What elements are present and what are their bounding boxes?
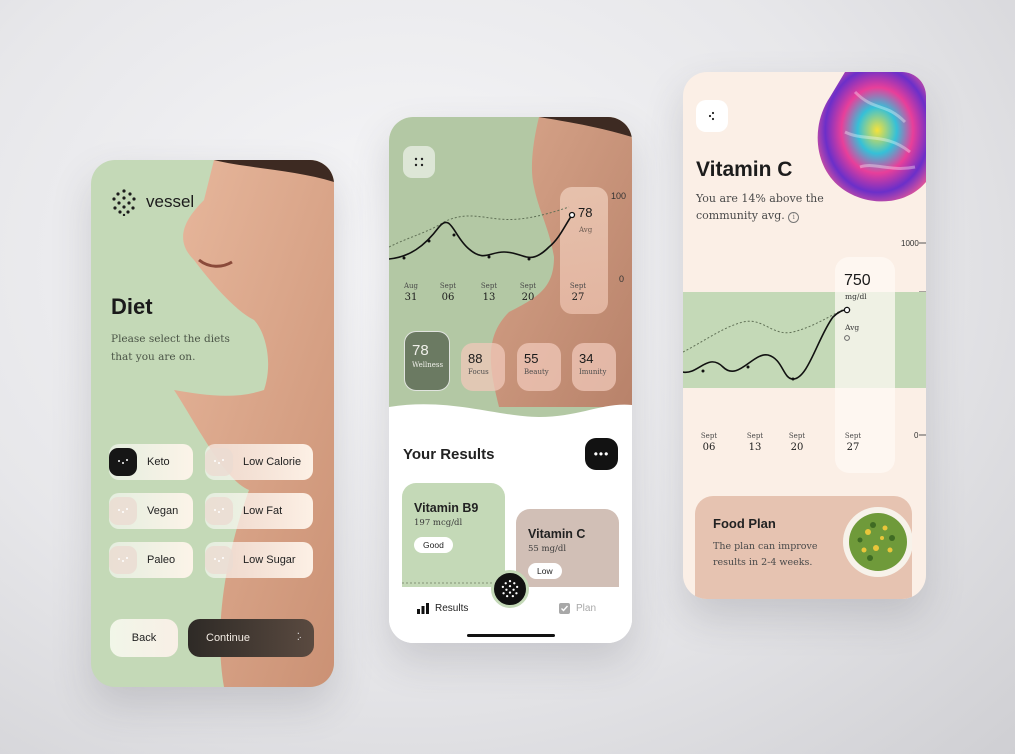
tab-results[interactable]: Results (417, 603, 468, 614)
date-label: Sept 13 (480, 282, 498, 303)
avg-label: Avg (845, 323, 860, 332)
header-area: 100 0 78 Avg Aug 31 Sept 06 Sept 13 Sept 20 … (389, 117, 632, 427)
diet-option-label: Vegan (147, 505, 179, 517)
bar-chart-icon (417, 603, 429, 614)
diet-option-label: Low Sugar (243, 554, 296, 566)
checkmark-icon (109, 448, 137, 476)
continue-label: Continue (206, 632, 251, 644)
vessel-logo-icon (501, 580, 519, 598)
y-axis-max: 1000 (901, 239, 919, 248)
more-options-button[interactable]: ••• (585, 438, 618, 470)
unchecked-icon (205, 448, 233, 476)
vitamin-c-screen: Vitamin C You are 14% above the communit… (683, 72, 926, 599)
metric-beauty[interactable]: 55 Beauty (517, 343, 561, 391)
salad-bowl-image (843, 507, 912, 577)
date-label: Aug 31 (403, 282, 419, 303)
arrow-right-icon: ⁚ · (296, 632, 302, 643)
avg-point (844, 335, 850, 341)
tab-label: Results (435, 603, 469, 614)
unit-label: mg/dl (845, 292, 867, 301)
vessel-logo-icon (112, 189, 136, 216)
tab-plan[interactable]: Plan (559, 603, 596, 614)
date-label: Sept 27 (569, 282, 587, 303)
diet-option-label: Low Calorie (243, 456, 302, 468)
menu-button[interactable] (403, 146, 435, 178)
unchecked-icon (205, 546, 233, 574)
metric-wellness[interactable]: 78 Wellness (404, 331, 450, 391)
continue-button[interactable]: Continue ⁚ · (188, 619, 314, 657)
page-subtitle: Please select the diets that you are on. (111, 333, 230, 363)
dots-icon (708, 111, 715, 121)
results-screen: 100 0 78 Avg Aug 31 Sept 06 Sept 13 Sept 20 … (389, 117, 632, 643)
card-title: Vitamin C (528, 527, 586, 541)
food-plan-title: Food Plan (713, 516, 776, 531)
section-title: Your Results (403, 446, 495, 463)
unchecked-icon (109, 497, 137, 525)
date-label: Sept 06 (439, 282, 457, 303)
info-icon[interactable]: i (788, 212, 800, 223)
woman-photo (174, 160, 334, 687)
avg-label: Avg (579, 226, 593, 234)
unchecked-icon (109, 546, 137, 574)
vitamin-trend-chart (683, 306, 849, 381)
metric-focus[interactable]: 88 Focus (461, 343, 505, 391)
diet-option-label: Keto (147, 456, 170, 468)
metric-immunity[interactable]: 34 Imunity (572, 343, 616, 391)
y-axis-min: 0 (914, 431, 919, 440)
diet-option-low-calorie[interactable]: Low Calorie (205, 444, 313, 480)
current-wellness-value: 78 (578, 205, 593, 220)
brand-name: vessel (146, 192, 195, 211)
menu-button[interactable] (696, 100, 728, 132)
page-subtitle: You are 14% above the community avg. i (696, 192, 824, 223)
food-plan-subtitle: The plan can improve results in 2-4 week… (713, 541, 818, 568)
diet-option-paleo[interactable]: Paleo (109, 542, 193, 578)
date-label: Sept 20 (788, 432, 806, 453)
card-value: 197 mcg/dl (414, 518, 463, 528)
diet-option-vegan[interactable]: Vegan (109, 493, 193, 529)
date-label: Sept 20 (519, 282, 537, 303)
dots-grid-icon (414, 157, 424, 167)
diet-option-keto[interactable]: Keto (109, 444, 193, 480)
abstract-art-image (817, 72, 926, 202)
diet-screen: vessel Diet Please select the diets that… (91, 160, 334, 687)
back-button[interactable]: Back (110, 619, 178, 657)
checkbox-icon (559, 603, 570, 614)
date-label: Sept 27 (844, 432, 862, 453)
status-badge: Good (414, 537, 453, 553)
diet-option-label: Paleo (147, 554, 176, 566)
date-label: Sept 13 (746, 432, 764, 453)
food-plan-card[interactable]: Food Plan The plan can improve results i… (695, 496, 912, 599)
page-title: Diet (111, 294, 153, 319)
home-indicator (467, 634, 555, 637)
diet-option-low-sugar[interactable]: Low Sugar (205, 542, 313, 578)
diet-option-low-fat[interactable]: Low Fat (205, 493, 313, 529)
unchecked-icon (205, 497, 233, 525)
card-title: Vitamin B9 (414, 501, 479, 515)
diet-option-label: Low Fat (243, 505, 283, 517)
card-value: 55 mg/dl (528, 544, 567, 554)
scan-button[interactable] (491, 570, 529, 608)
status-badge: Low (528, 563, 562, 579)
current-value: 750 (844, 272, 871, 289)
date-label: Sept 06 (700, 432, 718, 453)
brand: vessel (110, 188, 194, 216)
tab-label: Plan (576, 603, 597, 614)
page-title: Vitamin C (696, 158, 793, 181)
current-point (843, 306, 851, 314)
wellness-trend-chart (389, 206, 576, 261)
